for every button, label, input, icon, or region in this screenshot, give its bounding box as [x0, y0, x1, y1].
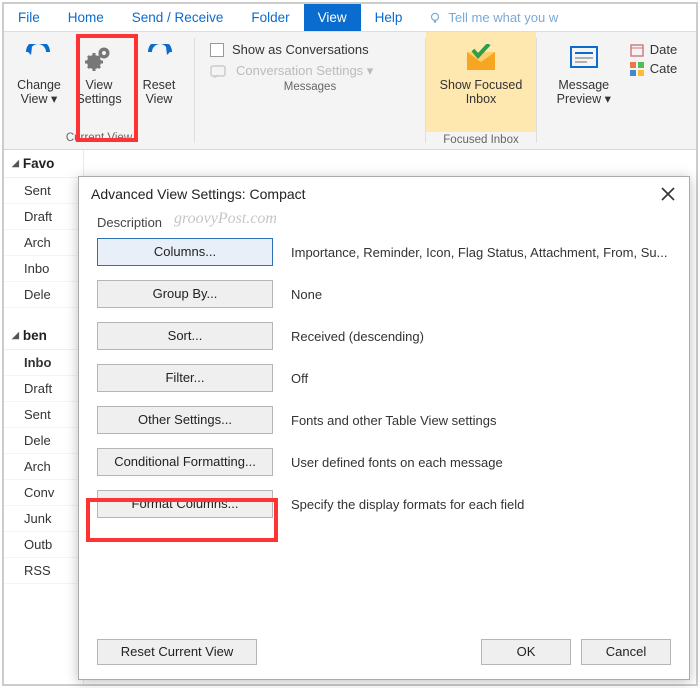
conversation-settings-dropdown: Conversation Settings ▾ [210, 63, 410, 79]
highlight-view-settings [76, 34, 138, 142]
tab-file[interactable]: File [4, 4, 54, 31]
ok-button[interactable]: OK [481, 639, 571, 665]
advanced-view-settings-dialog: Advanced View Settings: Compact Descript… [78, 176, 690, 680]
tab-folder[interactable]: Folder [237, 4, 303, 31]
tab-send-receive[interactable]: Send / Receive [118, 4, 238, 31]
columns-desc: Importance, Reminder, Icon, Flag Status,… [291, 245, 671, 260]
nav-account-header[interactable]: ◢ben [4, 322, 83, 350]
reset-current-view-button[interactable]: Reset Current View [97, 639, 257, 665]
focused-inbox-icon [463, 44, 499, 74]
show-focused-inbox-button[interactable]: Show FocusedInbox [435, 36, 527, 106]
format-columns-desc: Specify the display formats for each fie… [291, 497, 671, 512]
categories-icon [630, 62, 644, 76]
folder-nav: ◢Favo Sent Draft Arch Inbo Dele ◢ben Inb… [4, 150, 84, 684]
group-by-desc: None [291, 287, 671, 302]
reset-view-icon [144, 44, 174, 74]
tab-home[interactable]: Home [54, 4, 118, 31]
nav-item[interactable]: Dele [4, 428, 83, 454]
sort-button[interactable]: Sort... [97, 322, 273, 350]
highlight-conditional-formatting [86, 498, 278, 542]
tab-view[interactable]: View [304, 4, 361, 31]
conversation-icon [210, 64, 228, 78]
tell-me-placeholder: Tell me what you w [448, 10, 558, 25]
nav-item[interactable]: Sent [4, 402, 83, 428]
other-settings-desc: Fonts and other Table View settings [291, 413, 671, 428]
change-view-button[interactable]: ChangeView ▾ [11, 36, 67, 106]
group-by-button[interactable]: Group By... [97, 280, 273, 308]
nav-item[interactable]: Dele [4, 282, 83, 308]
ribbon-tabs: File Home Send / Receive Folder View Hel… [4, 4, 696, 32]
nav-item[interactable]: Inbo [4, 256, 83, 282]
message-preview-button[interactable]: MessagePreview ▾ [552, 36, 616, 106]
dialog-close-button[interactable] [659, 185, 677, 203]
lightbulb-icon [428, 11, 442, 25]
change-view-icon [24, 44, 54, 74]
conditional-formatting-button[interactable]: Conditional Formatting... [97, 448, 273, 476]
tell-me-search[interactable]: Tell me what you w [416, 4, 558, 31]
nav-item[interactable]: Arch [4, 230, 83, 256]
group-label-messages: Messages [201, 79, 419, 96]
sort-desc: Received (descending) [291, 329, 671, 344]
arrange-by-date[interactable]: Date [630, 42, 677, 57]
dialog-title: Advanced View Settings: Compact [91, 186, 306, 202]
date-icon [630, 43, 644, 57]
nav-item[interactable]: Sent [4, 178, 83, 204]
caret-down-icon: ◢ [12, 158, 19, 169]
show-as-conversations-checkbox[interactable]: Show as Conversations [210, 42, 410, 57]
description-label: Description [97, 215, 671, 230]
filter-button[interactable]: Filter... [97, 364, 273, 392]
nav-favorites-header[interactable]: ◢Favo [4, 150, 83, 178]
nav-item[interactable]: Junk [4, 506, 83, 532]
reset-view-button[interactable]: ResetView [131, 36, 187, 106]
nav-item[interactable]: Conv [4, 480, 83, 506]
filter-desc: Off [291, 371, 671, 386]
close-icon [661, 187, 675, 201]
nav-item[interactable]: Arch [4, 454, 83, 480]
other-settings-button[interactable]: Other Settings... [97, 406, 273, 434]
nav-item[interactable]: Draft [4, 376, 83, 402]
caret-down-icon: ◢ [12, 330, 19, 341]
group-label-focused-inbox: Focused Inbox [426, 132, 536, 149]
group-label-arrangement [543, 130, 690, 147]
tab-help[interactable]: Help [361, 4, 417, 31]
nav-item[interactable]: Outb [4, 532, 83, 558]
arrange-by-categories[interactable]: Cate [630, 61, 677, 76]
message-preview-icon [569, 45, 599, 73]
columns-button[interactable]: Columns... [97, 238, 273, 266]
conditional-formatting-desc: User defined fonts on each message [291, 455, 671, 470]
cancel-button[interactable]: Cancel [581, 639, 671, 665]
nav-item-inbox[interactable]: Inbo [4, 350, 83, 376]
nav-item[interactable]: Draft [4, 204, 83, 230]
checkbox-icon [210, 43, 224, 57]
nav-item[interactable]: RSS [4, 558, 83, 584]
